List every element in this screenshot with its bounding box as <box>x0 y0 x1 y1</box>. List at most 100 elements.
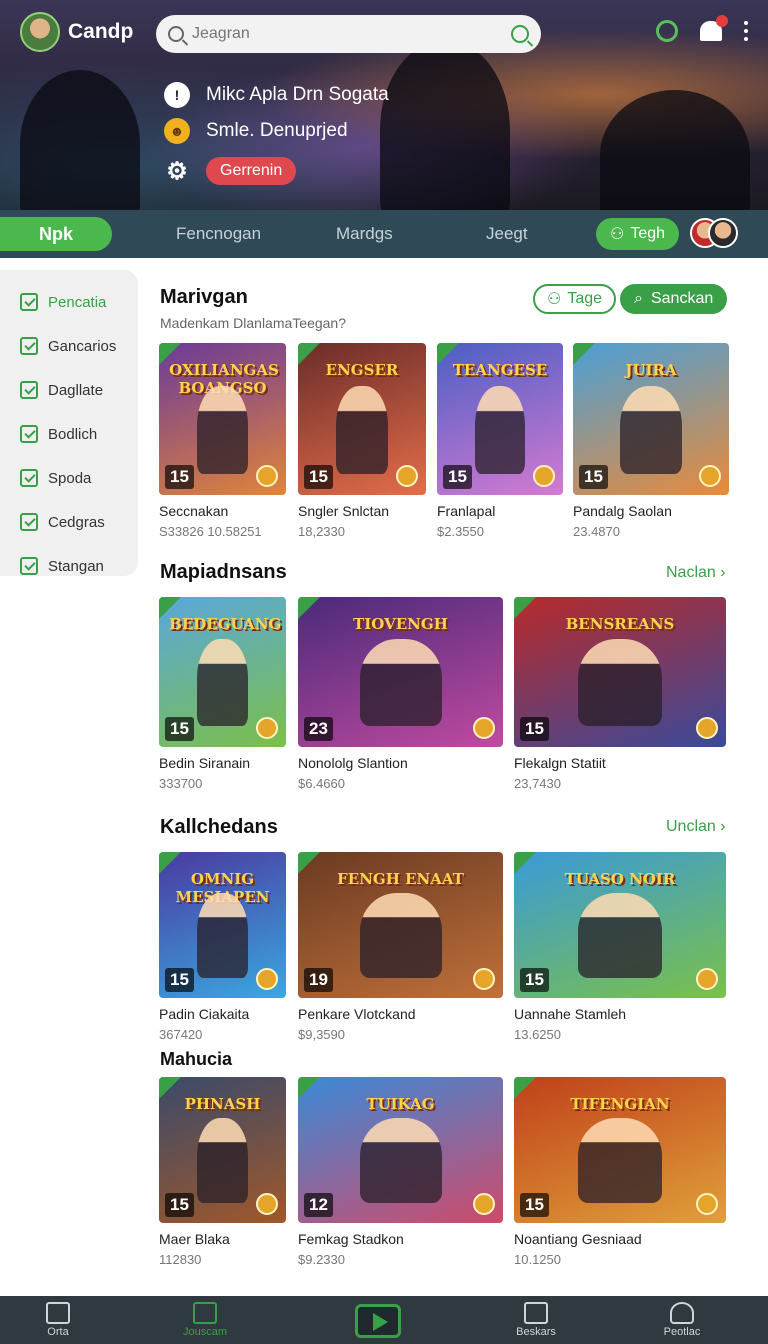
tag-button[interactable]: ⚇ Tage <box>533 284 617 314</box>
age-rating-badge: 12 <box>304 1193 333 1217</box>
search-bar[interactable] <box>156 15 541 53</box>
see-more-link[interactable]: Naclan › <box>666 564 726 582</box>
game-card[interactable]: TUIKAG 12 Femkag Stadkon $9.2330 <box>298 1077 503 1267</box>
bottom-nav-item[interactable]: Jouscam <box>175 1302 235 1338</box>
section-subtitle: Madenkam DlanlamaTeegan? <box>160 315 346 331</box>
game-card[interactable]: ENGSER 15 Sngler Snlctan 18,2330 <box>298 343 426 539</box>
game-card[interactable]: OMNIG MESIAPEN15 Padin Ciakaita 367420 <box>159 852 286 1042</box>
game-title: Uannahe Stamleh <box>514 1006 627 1022</box>
game-price: $6.4660 <box>298 776 345 791</box>
chevron-right-icon: › <box>720 818 726 835</box>
sidebar-item[interactable]: Dagllate <box>0 368 138 412</box>
game-card[interactable]: JUIRA 15 Pandalg Saolan 23.4870 <box>573 343 729 539</box>
sidebar-item-label: Spoda <box>48 469 92 487</box>
sidebar-item[interactable]: Stangan <box>0 544 138 588</box>
notification-bell-icon[interactable] <box>700 15 728 41</box>
age-rating-badge: 15 <box>304 465 333 489</box>
game-price: 367420 <box>159 1027 203 1042</box>
game-card[interactable]: PHNASH 15 Maer Blaka 112830 <box>159 1077 286 1267</box>
sidebar-item[interactable]: Pencatia <box>0 280 138 324</box>
bottom-nav-item[interactable]: Peotlac <box>652 1302 712 1338</box>
play-button[interactable] <box>355 1304 401 1338</box>
section-title: Mapiadnsans <box>160 561 287 583</box>
tab-action-button[interactable]: ⚇ Tegh <box>596 218 680 250</box>
store-icon <box>193 1302 217 1324</box>
coin-icon <box>473 1193 495 1215</box>
sidebar-item[interactable]: Bodlich <box>0 412 138 456</box>
bottom-nav-item[interactable]: Beskars <box>506 1302 566 1338</box>
sidebar-item-label: Gancarios <box>48 337 117 355</box>
game-cover-art[interactable]: TIFENGIAN 15 <box>514 1077 726 1223</box>
game-title: Noantiang Gesniaad <box>514 1231 642 1247</box>
game-cover-art[interactable]: ENGSER 15 <box>298 343 426 495</box>
bottom-nav-label: Jouscam <box>182 1326 228 1338</box>
character-figure <box>197 639 248 726</box>
game-card[interactable]: TEANGESE 15 Franlapal $2.3550 <box>437 343 563 539</box>
bottom-nav-label: Peotlac <box>663 1326 701 1338</box>
search-go-icon[interactable] <box>511 25 529 43</box>
tab-item[interactable]: Fencnogan <box>176 224 261 244</box>
profile-badge-button[interactable]: Gerrenin <box>206 157 297 185</box>
bottom-nav-item[interactable]: Orta <box>28 1302 88 1338</box>
game-cover-art[interactable]: OMNIG MESIAPEN15 <box>159 852 286 998</box>
game-price: 23.4870 <box>573 524 620 539</box>
game-cover-art[interactable]: TIOVENGH 23 <box>298 597 503 747</box>
game-title: Sngler Snlctan <box>298 503 390 519</box>
character-figure <box>577 639 663 726</box>
game-card[interactable]: TIFENGIAN 15 Noantiang Gesniaad 10.1250 <box>514 1077 726 1267</box>
section-title: Kallchedans <box>160 816 278 838</box>
sidebar-item-label: Stangan <box>48 557 104 575</box>
status-icon: ☻ <box>164 118 190 144</box>
section-title: Mahucia <box>160 1049 233 1069</box>
tab-item[interactable]: Jeegt <box>486 224 528 244</box>
game-price: 13.6250 <box>514 1027 561 1042</box>
sidebar-item[interactable]: Cedgras <box>0 500 138 544</box>
chevron-right-icon: › <box>720 564 726 581</box>
game-cover-art[interactable]: OXILIANGAS BOANGSO15 <box>159 343 286 495</box>
more-menu-icon[interactable] <box>744 21 748 41</box>
game-card[interactable]: TUASO NOIR 15 Uannahe Stamleh 13.6250 <box>514 852 726 1042</box>
game-title: Nonololg Slantion <box>298 755 408 771</box>
game-price: $2.3550 <box>437 524 484 539</box>
tab-item[interactable]: Mardgs <box>336 224 393 244</box>
sidebar: Pencatia Gancarios Dagllate Bodlich Spod… <box>0 270 138 576</box>
tab-active[interactable]: Npk <box>0 217 112 251</box>
gear-icon[interactable]: ⚙ <box>164 158 190 185</box>
game-art-title: TEANGESE <box>452 361 548 380</box>
sidebar-item[interactable]: Gancarios <box>0 324 138 368</box>
sidebar-item[interactable]: Spoda <box>0 456 138 500</box>
game-card[interactable]: BEDEGUANG 15 Bedin Siranain 333700 <box>159 597 286 791</box>
search-input[interactable] <box>192 25 503 43</box>
see-more-link[interactable]: Unclan › <box>666 818 726 836</box>
game-cover-art[interactable]: BEDEGUANG 15 <box>159 597 286 747</box>
game-cover-art[interactable]: BENSREANS 15 <box>514 597 726 747</box>
game-card[interactable]: OXILIANGAS BOANGSO15 Seccnakan S33826 10.5… <box>159 343 286 539</box>
search-games-button[interactable]: ⌕ Sanckan <box>620 284 728 314</box>
friends-avatars[interactable] <box>690 215 740 253</box>
profile-name: Mikc Apla Drn Sogata <box>206 84 389 105</box>
logo-avatar-icon <box>20 12 60 52</box>
character-figure <box>197 892 248 978</box>
game-cover-art[interactable]: PHNASH 15 <box>159 1077 286 1223</box>
refresh-icon[interactable] <box>656 20 678 42</box>
age-rating-badge: 15 <box>165 1193 194 1217</box>
game-card[interactable]: FENGH ENAAT 19 Penkare Vlotckand $9,3590 <box>298 852 503 1042</box>
coin-icon <box>696 717 718 739</box>
game-cover-art[interactable]: TUIKAG 12 <box>298 1077 503 1223</box>
game-card[interactable]: BENSREANS 15 Flekalgn Statiit 23,7430 <box>514 597 726 791</box>
crowd-silhouette <box>20 70 140 210</box>
see-more-label: Unclan <box>666 818 716 835</box>
game-cover-art[interactable]: FENGH ENAAT 19 <box>298 852 503 998</box>
profile-status: Smle. Denuprjed <box>206 120 348 141</box>
game-cover-art[interactable]: JUIRA 15 <box>573 343 729 495</box>
hero-banner: Candp ! Mikc Apla Drn Sogata ☻ Smle. Den… <box>0 0 768 210</box>
game-cover-art[interactable]: TEANGESE 15 <box>437 343 563 495</box>
game-cover-art[interactable]: TUASO NOIR 15 <box>514 852 726 998</box>
profile-settings-row: ⚙ Gerrenin <box>164 157 297 185</box>
app-logo[interactable]: Candp <box>20 12 133 52</box>
crowd-silhouette <box>600 90 750 210</box>
game-card[interactable]: TIOVENGH 23 Nonololg Slantion $6.4660 <box>298 597 503 791</box>
character-figure <box>197 1117 248 1203</box>
game-art-title: TIOVENGH <box>353 615 448 633</box>
category-icon <box>20 381 38 399</box>
